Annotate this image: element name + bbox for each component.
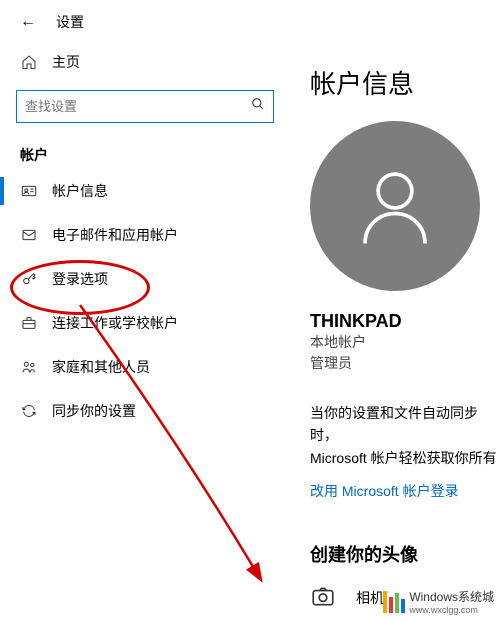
user-avatar (310, 121, 480, 291)
page-title: 设置 (56, 12, 84, 32)
home-icon (20, 53, 38, 71)
main-title: 帐户信息 (310, 64, 500, 101)
switch-to-microsoft-link[interactable]: 改用 Microsoft 帐户登录 (310, 481, 500, 501)
search-icon (251, 97, 265, 116)
sidebar-label-sync: 同步你的设置 (52, 401, 136, 421)
camera-icon (310, 583, 340, 613)
sidebar-item-sync[interactable]: 同步你的设置 (0, 389, 290, 433)
mail-icon (20, 226, 38, 244)
account-role: 管理员 (310, 353, 500, 374)
sidebar-label-signin: 登录选项 (52, 269, 108, 289)
watermark-logo (383, 591, 405, 613)
sidebar-item-work-school[interactable]: 连接工作或学校帐户 (0, 301, 290, 345)
home-label: 主页 (52, 52, 80, 72)
sidebar-home[interactable]: 主页 (0, 44, 290, 80)
sidebar-section-title: 帐户 (0, 139, 290, 169)
watermark-text: Windows系统城 (409, 588, 494, 605)
id-card-icon (20, 182, 38, 200)
sidebar-label-work-school: 连接工作或学校帐户 (52, 313, 178, 333)
create-avatar-title: 创建你的头像 (310, 541, 500, 567)
sidebar-label-family: 家庭和其他人员 (52, 357, 150, 377)
sidebar-item-account-info[interactable]: 帐户信息 (0, 169, 290, 213)
account-type: 本地帐户 (310, 332, 500, 353)
back-button[interactable]: ← (20, 13, 36, 31)
search-input[interactable] (25, 99, 251, 114)
sidebar-item-signin-options[interactable]: 登录选项 (0, 257, 290, 301)
username: THINKPAD (310, 311, 500, 332)
watermark-url: www.wxclgg.com (409, 605, 494, 615)
sidebar-item-family[interactable]: 家庭和其他人员 (0, 345, 290, 389)
search-box[interactable] (16, 90, 274, 123)
briefcase-icon (20, 314, 38, 332)
people-icon (20, 358, 38, 376)
sync-icon (20, 402, 38, 420)
sidebar-label-account-info: 帐户信息 (52, 181, 108, 201)
camera-label: 相机 (356, 588, 384, 608)
sidebar-label-email: 电子邮件和应用帐户 (52, 225, 178, 245)
sync-description-line2: Microsoft 帐户轻松获取你所有 (310, 447, 500, 469)
sidebar-item-email[interactable]: 电子邮件和应用帐户 (0, 213, 290, 257)
sync-description-line1: 当你的设置和文件自动同步时， (310, 402, 500, 447)
watermark: Windows系统城 www.wxclgg.com (383, 588, 494, 615)
key-icon (20, 270, 38, 288)
